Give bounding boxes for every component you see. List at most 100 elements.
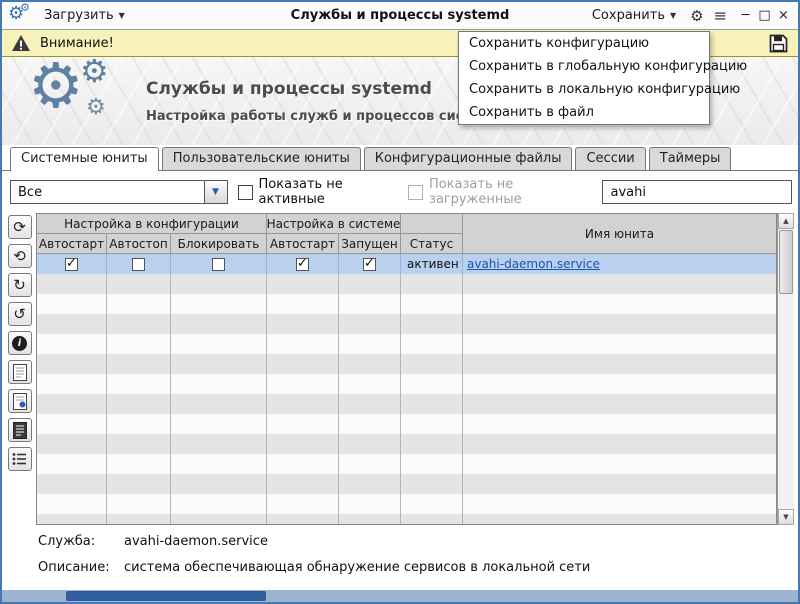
load-button-label: Загрузить bbox=[44, 8, 114, 23]
menu-item-save-local-config[interactable]: Сохранить в локальную конфигурацию bbox=[459, 78, 709, 101]
minimize-button[interactable]: ─ bbox=[737, 8, 754, 23]
document-icon bbox=[13, 364, 27, 381]
header-group-config: Настройка в конфигурации bbox=[37, 214, 267, 234]
config-block-checkbox[interactable] bbox=[212, 258, 225, 271]
maximize-button[interactable]: □ bbox=[756, 8, 773, 23]
table-empty-row[interactable] bbox=[37, 434, 776, 454]
titlebar: ⚙ ⚙ Загрузить ▼ Службы и процессы system… bbox=[2, 2, 798, 30]
app-gears-icon: ⚙ ⚙ bbox=[8, 5, 32, 27]
header-group-system: Настройка в системе bbox=[267, 214, 401, 234]
table-empty-row[interactable] bbox=[37, 454, 776, 474]
table-empty-row[interactable] bbox=[37, 514, 776, 524]
vertical-scrollbar[interactable]: ▲ ▼ bbox=[777, 213, 794, 525]
show-unloaded-checkbox-group: Показать не загруженные bbox=[408, 177, 593, 207]
table-empty-row[interactable] bbox=[37, 374, 776, 394]
table-empty-row[interactable] bbox=[37, 354, 776, 374]
show-inactive-label: Показать не активные bbox=[259, 177, 398, 207]
cell-config-block bbox=[171, 254, 267, 274]
table-empty-row[interactable] bbox=[37, 294, 776, 314]
tab-bar: Системные юниты Пользовательские юниты К… bbox=[2, 145, 798, 171]
unit-file-button[interactable] bbox=[8, 389, 32, 413]
table-empty-row[interactable] bbox=[37, 334, 776, 354]
side-toolbar: ⟳ ⟲ ↻ ↺ i bbox=[6, 213, 36, 525]
table-row[interactable]: активен avahi-daemon.service bbox=[37, 254, 776, 274]
header-status[interactable]: Статус bbox=[401, 234, 463, 254]
chevron-down-icon: ▼ bbox=[119, 11, 125, 20]
description-detail-row: Описание: система обеспечивающая обнаруж… bbox=[38, 560, 790, 575]
chevron-down-icon: ▼ bbox=[212, 187, 219, 197]
log-button[interactable] bbox=[8, 418, 32, 442]
horizontal-scrollbar[interactable] bbox=[2, 590, 798, 602]
save-disk-icon[interactable] bbox=[768, 33, 789, 54]
table-empty-row[interactable] bbox=[37, 394, 776, 414]
scroll-down-button[interactable]: ▼ bbox=[778, 509, 794, 525]
save-button[interactable]: Сохранить ▼ bbox=[588, 6, 680, 25]
show-unloaded-label: Показать не загруженные bbox=[429, 177, 593, 207]
close-button[interactable]: × bbox=[775, 8, 792, 23]
menu-icon[interactable]: ≡ bbox=[714, 6, 727, 25]
menu-item-save-to-file[interactable]: Сохранить в файл bbox=[459, 101, 709, 124]
undo-button[interactable]: ↺ bbox=[8, 302, 32, 326]
gear-icon: ⚙ bbox=[28, 55, 84, 117]
cell-config-autostop bbox=[107, 254, 171, 274]
tab-timers[interactable]: Таймеры bbox=[649, 147, 732, 170]
tab-config-files[interactable]: Конфигурационные файлы bbox=[364, 147, 573, 170]
system-running-checkbox[interactable] bbox=[363, 258, 376, 271]
show-inactive-checkbox-group[interactable]: Показать не активные bbox=[238, 177, 398, 207]
cell-system-autostart bbox=[267, 254, 339, 274]
show-unloaded-checkbox bbox=[408, 185, 423, 200]
reload-icon: ⟲ bbox=[13, 247, 26, 265]
header-system-autostart[interactable]: Автостарт bbox=[267, 234, 339, 254]
dependencies-button[interactable] bbox=[8, 447, 32, 471]
header-config-autostart[interactable]: Автостарт bbox=[37, 234, 107, 254]
chevron-down-icon: ▼ bbox=[670, 11, 676, 20]
vertical-scroll-track[interactable] bbox=[778, 229, 794, 509]
header-config-autostop[interactable]: Автостоп bbox=[107, 234, 171, 254]
settings-gear-icon[interactable]: ⚙ bbox=[690, 7, 703, 25]
unit-filter-select[interactable]: Все ▼ bbox=[10, 180, 228, 204]
redo-button[interactable]: ↻ bbox=[8, 273, 32, 297]
header-unit-name[interactable]: Имя юнита bbox=[463, 214, 776, 254]
main-area: ⟳ ⟲ ↻ ↺ i Настройка в конфигурации bbox=[2, 213, 798, 525]
tab-sessions[interactable]: Сессии bbox=[575, 147, 645, 170]
search-input[interactable] bbox=[602, 180, 792, 204]
system-autostart-checkbox[interactable] bbox=[296, 258, 309, 271]
reload-history-button[interactable]: ⟲ bbox=[8, 244, 32, 268]
unit-name-link[interactable]: avahi-daemon.service bbox=[467, 257, 600, 271]
table-empty-row[interactable] bbox=[37, 274, 776, 294]
scroll-up-button[interactable]: ▲ bbox=[778, 213, 794, 229]
table-empty-row[interactable] bbox=[37, 414, 776, 434]
units-table: Настройка в конфигурации Настройка в сис… bbox=[36, 213, 777, 525]
table-empty-row[interactable] bbox=[37, 314, 776, 334]
load-button[interactable]: Загрузить ▼ bbox=[40, 6, 129, 25]
config-autostop-checkbox[interactable] bbox=[132, 258, 145, 271]
save-button-label: Сохранить bbox=[592, 8, 665, 23]
banner-gears-logo: ⚙ ⚙ ⚙ bbox=[28, 61, 120, 141]
refresh-button[interactable]: ⟳ bbox=[8, 215, 32, 239]
service-detail-row: Служба: avahi-daemon.service bbox=[38, 534, 790, 549]
config-autostart-checkbox[interactable] bbox=[65, 258, 78, 271]
save-menu-popup: Сохранить конфигурацию Сохранить в глоба… bbox=[458, 31, 710, 125]
vertical-scroll-thumb[interactable] bbox=[779, 230, 793, 294]
units-table-wrap: Настройка в конфигурации Настройка в сис… bbox=[36, 213, 794, 525]
table-empty-row[interactable] bbox=[37, 474, 776, 494]
header-system-running[interactable]: Запущен bbox=[339, 234, 401, 254]
combo-dropdown-button[interactable]: ▼ bbox=[204, 181, 227, 203]
info-icon: i bbox=[12, 336, 27, 351]
gear-icon: ⚙ bbox=[80, 55, 109, 87]
menu-item-save-global-config[interactable]: Сохранить в глобальную конфигурацию bbox=[459, 55, 709, 78]
show-inactive-checkbox[interactable] bbox=[238, 185, 253, 200]
tab-user-units[interactable]: Пользовательские юниты bbox=[162, 147, 361, 170]
arrow-down-icon: ▼ bbox=[783, 513, 788, 521]
horizontal-scroll-thumb[interactable] bbox=[66, 591, 266, 601]
table-empty-row[interactable] bbox=[37, 494, 776, 514]
gear-icon: ⚙ bbox=[20, 1, 30, 14]
tab-system-units[interactable]: Системные юниты bbox=[10, 147, 159, 171]
config-file-button[interactable] bbox=[8, 360, 32, 384]
document-edit-icon bbox=[13, 393, 27, 410]
info-button[interactable]: i bbox=[8, 331, 32, 355]
menu-item-save-config[interactable]: Сохранить конфигурацию bbox=[459, 32, 709, 55]
header-config-block[interactable]: Блокировать bbox=[171, 234, 267, 254]
redo-icon: ↻ bbox=[13, 276, 26, 294]
app-window: ⚙ ⚙ Загрузить ▼ Службы и процессы system… bbox=[0, 0, 800, 604]
